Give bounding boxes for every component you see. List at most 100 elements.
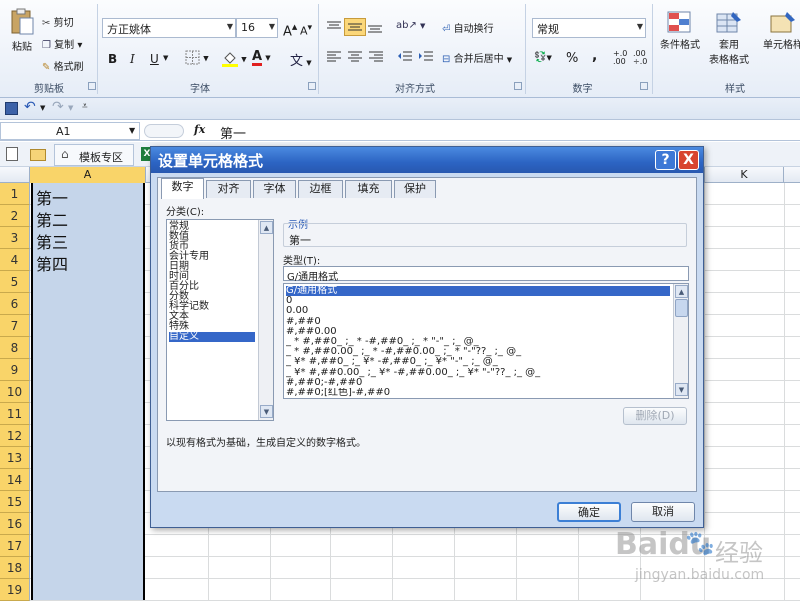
comma-button[interactable]: ,	[592, 48, 597, 64]
font-color-button[interactable]: A ▼	[252, 50, 271, 66]
format-item[interactable]: _ ¥* #,##0.00_ ;_ ¥* -#,##0.00_ ;_ ¥* "-…	[286, 368, 670, 378]
cut-button[interactable]: ✂ 剪切	[42, 14, 74, 29]
formula-input[interactable]: 第一	[220, 123, 246, 142]
select-all-corner[interactable]	[0, 167, 30, 183]
decrease-indent-button[interactable]	[397, 50, 413, 64]
column-header-k[interactable]: K	[704, 167, 784, 183]
cell-styles-button[interactable]: 单元格样	[758, 10, 800, 51]
close-button[interactable]: X	[678, 150, 699, 170]
type-input[interactable]: G/通用格式	[283, 266, 689, 283]
scroll-down-icon[interactable]: ▼	[260, 405, 273, 418]
ok-button[interactable]: 确定	[557, 502, 621, 522]
row-header[interactable]: 8	[0, 337, 30, 359]
category-item[interactable]: 自定义	[169, 332, 255, 342]
scroll-up-icon[interactable]: ▲	[260, 221, 273, 234]
row-header[interactable]: 17	[0, 535, 30, 557]
align-bottom-button[interactable]	[367, 20, 383, 34]
paste-button[interactable]: 粘贴	[6, 8, 38, 53]
column-header-a[interactable]: A	[30, 167, 146, 183]
category-list[interactable]: 常规 数值 货币 会计专用 日期 时间 百分比 分数 科学记数 文本 特殊 自定义 ▲ ▼	[166, 219, 274, 421]
tab-template-zone[interactable]: ⌂ 模板专区	[54, 144, 134, 166]
increase-indent-button[interactable]	[418, 50, 434, 64]
customize-qat-icon[interactable]: ⩡	[82, 101, 88, 112]
row-header[interactable]: 18	[0, 557, 30, 579]
number-format-combo[interactable]: 常规 ▼	[532, 18, 646, 38]
align-center-button[interactable]	[347, 50, 363, 64]
copy-button[interactable]: ❐ 复制 ▾	[42, 36, 82, 51]
accounting-format-button[interactable]: 💱▼	[534, 52, 552, 63]
row-header[interactable]: 13	[0, 447, 30, 469]
row-header[interactable]: 4	[0, 249, 30, 271]
format-item[interactable]: #,##0;-#,##0	[286, 378, 670, 388]
help-button[interactable]: ?	[655, 150, 676, 170]
delete-button[interactable]: 删除(D)	[623, 407, 687, 425]
conditional-format-button[interactable]: 条件格式	[657, 10, 703, 51]
row-header[interactable]: 9	[0, 359, 30, 381]
category-scrollbar[interactable]: ▲ ▼	[258, 220, 273, 420]
row-header[interactable]: 12	[0, 425, 30, 447]
row-header[interactable]: 14	[0, 469, 30, 491]
format-as-table-button[interactable]: 套用 表格格式	[704, 10, 754, 66]
format-painter-button[interactable]: ✎ 格式刷	[42, 58, 84, 73]
dialog-tab[interactable]: 边框	[298, 180, 343, 198]
cancel-button[interactable]: 取消	[631, 502, 695, 522]
orientation-button[interactable]: ab↗ ▼	[396, 20, 425, 31]
folder-icon[interactable]	[30, 149, 46, 161]
row-header[interactable]: 2	[0, 205, 30, 227]
row-header[interactable]: 3	[0, 227, 30, 249]
new-document-icon[interactable]	[6, 147, 18, 161]
format-item[interactable]: G/通用格式	[286, 286, 670, 296]
dialog-tab[interactable]: 数字	[161, 178, 204, 199]
wrap-text-button[interactable]: ⏎ 自动换行	[442, 20, 494, 35]
alignment-launcher[interactable]	[514, 82, 522, 90]
scroll-down-icon[interactable]: ▼	[675, 383, 688, 396]
undo-icon[interactable]: ↶	[24, 99, 36, 115]
dialog-tab[interactable]: 填充	[345, 180, 392, 198]
row-header[interactable]: 19	[0, 579, 30, 601]
format-item[interactable]: #,##0	[286, 317, 670, 327]
fill-color-button[interactable]: ▼	[222, 50, 247, 67]
format-scrollbar[interactable]: ▲ ▼	[673, 284, 688, 398]
redo-dropdown[interactable]: ▼	[68, 104, 73, 112]
row-header[interactable]: 10	[0, 381, 30, 403]
dialog-tab[interactable]: 对齐	[206, 180, 251, 198]
scroll-up-icon[interactable]: ▲	[675, 285, 688, 298]
row-header[interactable]: 16	[0, 513, 30, 535]
align-right-button[interactable]	[368, 50, 384, 64]
format-item[interactable]: _ * #,##0.00_ ;_ * -#,##0.00_ ;_ * "-"??…	[286, 347, 670, 357]
undo-dropdown[interactable]: ▼	[40, 104, 45, 112]
format-item[interactable]: 0.00	[286, 306, 670, 316]
increase-decimal-button[interactable]: +.0 .00	[613, 50, 631, 66]
shrink-font-button[interactable]: A▾	[300, 22, 312, 38]
cell-a[interactable]: 第二	[36, 207, 68, 231]
format-item[interactable]: _ ¥* #,##0_ ;_ ¥* -#,##0_ ;_ ¥* "-"_ ;_ …	[286, 357, 670, 367]
font-name-combo[interactable]: 方正姚体 ▼	[102, 18, 236, 38]
bold-button[interactable]: B	[108, 52, 117, 66]
dialog-tab[interactable]: 字体	[253, 180, 296, 198]
row-header[interactable]: 5	[0, 271, 30, 293]
format-item[interactable]: #,##0.00	[286, 327, 670, 337]
align-left-button[interactable]	[326, 50, 342, 64]
dialog-tab[interactable]: 保护	[394, 180, 436, 198]
cell-a[interactable]: 第四	[36, 251, 68, 275]
phonetic-button[interactable]: 文 ▼	[290, 50, 312, 69]
name-box[interactable]: A1 ▼	[0, 122, 140, 140]
format-item[interactable]: _ * #,##0_ ;_ * -#,##0_ ;_ * "-"_ ;_ @_	[286, 337, 670, 347]
fx-icon[interactable]: fx	[194, 123, 205, 136]
align-top-button[interactable]	[326, 20, 342, 34]
cell-a[interactable]: 第一	[36, 185, 68, 209]
percent-button[interactable]: %	[566, 51, 578, 66]
underline-dropdown[interactable]: ▼	[163, 54, 168, 62]
clipboard-launcher[interactable]	[88, 82, 96, 90]
merge-center-button[interactable]: ⊟ 合并后居中 ▼	[442, 50, 512, 65]
dialog-titlebar[interactable]: 设置单元格格式	[151, 147, 703, 173]
scroll-thumb[interactable]	[675, 299, 688, 317]
font-size-combo[interactable]: 16 ▼	[236, 18, 278, 38]
borders-button[interactable]: ▼	[185, 50, 209, 65]
row-header[interactable]: 7	[0, 315, 30, 337]
grow-font-button[interactable]: A▴	[283, 20, 297, 39]
format-item[interactable]: 0	[286, 296, 670, 306]
font-launcher[interactable]	[308, 82, 316, 90]
underline-button[interactable]: U	[150, 52, 159, 66]
save-icon[interactable]	[5, 102, 18, 115]
